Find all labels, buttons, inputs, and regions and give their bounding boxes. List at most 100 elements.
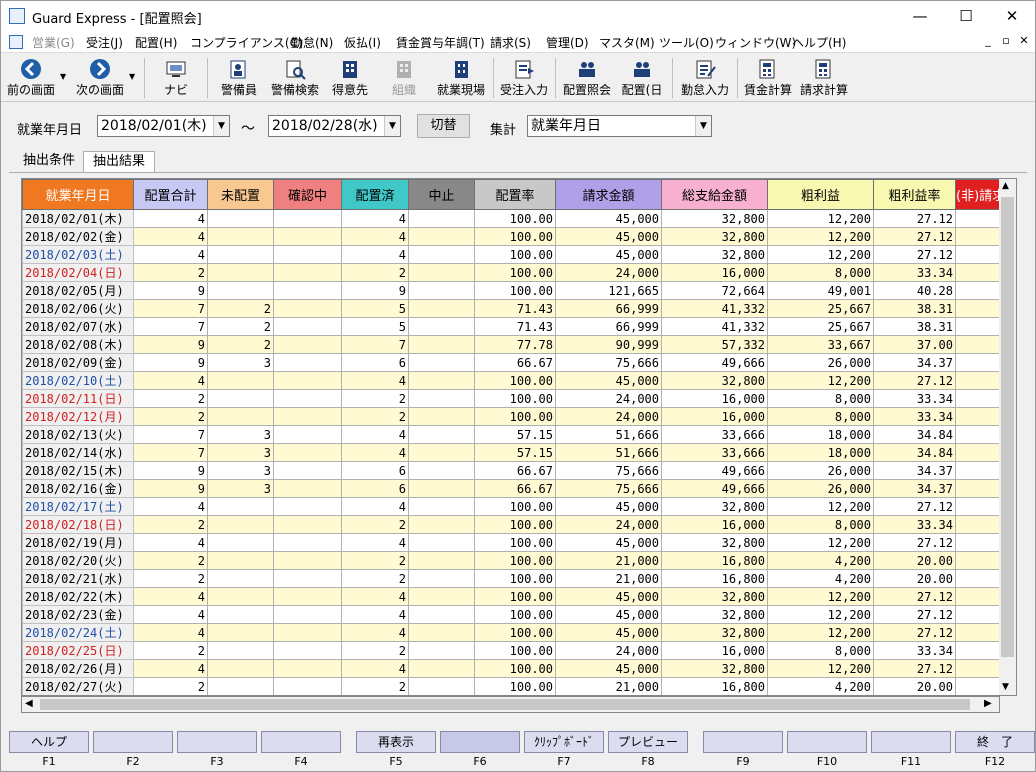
wage-calc-button[interactable]: 賃金計算	[741, 56, 795, 100]
table-cell[interactable]: 8,000	[767, 389, 874, 408]
date-cell[interactable]: 2018/02/24(土)	[22, 623, 134, 642]
date-cell[interactable]: 2018/02/06(火)	[22, 299, 134, 318]
date-cell[interactable]: 2018/02/05(月)	[22, 281, 134, 300]
table-cell[interactable]: 2	[341, 515, 409, 534]
table-cell[interactable]	[207, 605, 274, 624]
table-row[interactable]: 2018/02/13(火) 7 3 4 57.15 51,666 33,666 18,000 3…	[22, 425, 1007, 444]
table-cell[interactable]: 24,000	[555, 515, 662, 534]
function-key-f12[interactable]: 終 了	[955, 731, 1035, 753]
function-key-f11[interactable]	[871, 731, 951, 753]
guard-search-button[interactable]: 警備検索	[267, 56, 323, 100]
table-row[interactable]: 2018/02/21(水) 2 2 100.00 21,000 16,800 4,200 20…	[22, 569, 1007, 588]
table-cell[interactable]: 16,000	[661, 389, 768, 408]
table-cell[interactable]: 34.37	[873, 353, 956, 372]
table-cell[interactable]	[273, 605, 342, 624]
menu-billing[interactable]: 請求(S)	[490, 34, 531, 51]
table-cell[interactable]: 2	[133, 263, 208, 282]
table-cell[interactable]: 27.12	[873, 623, 956, 642]
table-cell[interactable]	[273, 497, 342, 516]
date-cell[interactable]: 2018/02/15(木)	[22, 461, 134, 480]
date-cell[interactable]: 2018/02/18(日)	[22, 515, 134, 534]
chevron-down-icon[interactable]: ▼	[695, 116, 711, 136]
table-cell[interactable]: 6	[341, 461, 409, 480]
table-cell[interactable]: 9	[133, 335, 208, 354]
table-cell[interactable]	[408, 659, 475, 678]
date-cell[interactable]: 2018/02/13(火)	[22, 425, 134, 444]
menu-payroll[interactable]: 賃金賞与年調(T)	[396, 34, 485, 51]
table-cell[interactable]	[273, 425, 342, 444]
table-cell[interactable]: 2	[341, 263, 409, 282]
table-cell[interactable]: 27.12	[873, 497, 956, 516]
table-row[interactable]: 2018/02/10(土) 4 4 100.00 45,000 32,800 12,200 2…	[22, 371, 1007, 390]
table-cell[interactable]: 9	[341, 281, 409, 300]
table-cell[interactable]: 9	[133, 479, 208, 498]
table-cell[interactable]	[408, 677, 475, 695]
horizontal-scrollbar[interactable]: ◀ ▶	[21, 696, 1000, 713]
table-cell[interactable]: 16,000	[661, 641, 768, 660]
table-cell[interactable]	[207, 641, 274, 660]
menu-window[interactable]: ウィンドウ(W)	[715, 34, 796, 51]
table-cell[interactable]: 3	[207, 479, 274, 498]
table-cell[interactable]	[408, 317, 475, 336]
table-cell[interactable]	[207, 209, 274, 228]
order-entry-button[interactable]: 受注入力	[497, 56, 551, 100]
table-cell[interactable]	[273, 587, 342, 606]
table-row[interactable]: 2018/02/24(土) 4 4 100.00 45,000 32,800 12,200 2…	[22, 623, 1007, 642]
table-cell[interactable]: 9	[133, 353, 208, 372]
table-cell[interactable]: 2	[133, 389, 208, 408]
table-cell[interactable]: 12,200	[767, 245, 874, 264]
table-cell[interactable]: 12,200	[767, 623, 874, 642]
table-cell[interactable]: 4,200	[767, 551, 874, 570]
table-cell[interactable]: 4	[133, 497, 208, 516]
scroll-left-icon[interactable]: ◀	[25, 698, 33, 709]
table-cell[interactable]: 45,000	[555, 227, 662, 246]
function-key-f9[interactable]	[703, 731, 783, 753]
column-header[interactable]: 総支給金額	[661, 179, 768, 210]
table-cell[interactable]	[273, 317, 342, 336]
table-cell[interactable]: 34.37	[873, 461, 956, 480]
table-cell[interactable]: 45,000	[555, 497, 662, 516]
date-cell[interactable]: 2018/02/09(金)	[22, 353, 134, 372]
table-cell[interactable]: 4	[341, 497, 409, 516]
table-cell[interactable]	[408, 461, 475, 480]
back-button[interactable]: 前の画面	[3, 56, 59, 100]
table-cell[interactable]: 2	[133, 641, 208, 660]
table-cell[interactable]	[207, 551, 274, 570]
table-cell[interactable]: 4	[341, 227, 409, 246]
table-cell[interactable]: 27.12	[873, 227, 956, 246]
date-cell[interactable]: 2018/02/19(月)	[22, 533, 134, 552]
table-cell[interactable]: 71.43	[474, 299, 556, 318]
table-cell[interactable]	[408, 533, 475, 552]
table-cell[interactable]	[408, 551, 475, 570]
table-cell[interactable]	[408, 299, 475, 318]
date-cell[interactable]: 2018/02/02(金)	[22, 227, 134, 246]
table-cell[interactable]: 66.67	[474, 461, 556, 480]
table-cell[interactable]: 4	[341, 659, 409, 678]
menu-admin[interactable]: 管理(D)	[546, 34, 589, 51]
column-header[interactable]: 粗利益	[767, 179, 874, 210]
table-cell[interactable]: 2	[133, 515, 208, 534]
table-cell[interactable]	[408, 209, 475, 228]
table-cell[interactable]: 34.84	[873, 425, 956, 444]
scroll-up-icon[interactable]: ▲	[1002, 181, 1009, 191]
table-cell[interactable]	[273, 299, 342, 318]
table-cell[interactable]: 41,332	[661, 317, 768, 336]
table-cell[interactable]: 32,800	[661, 371, 768, 390]
billing-calc-button[interactable]: 請求計算	[797, 56, 851, 100]
table-cell[interactable]: 100.00	[474, 551, 556, 570]
table-cell[interactable]: 27.12	[873, 245, 956, 264]
date-cell[interactable]: 2018/02/17(土)	[22, 497, 134, 516]
table-cell[interactable]	[408, 497, 475, 516]
table-cell[interactable]: 71.43	[474, 317, 556, 336]
table-cell[interactable]: 4	[133, 227, 208, 246]
table-cell[interactable]	[207, 371, 274, 390]
table-cell[interactable]	[273, 443, 342, 462]
table-cell[interactable]	[408, 479, 475, 498]
guard-button[interactable]: 警備員	[213, 56, 265, 100]
table-cell[interactable]: 24,000	[555, 263, 662, 282]
table-cell[interactable]: 3	[207, 353, 274, 372]
mdi-close-icon[interactable]: ✕	[1017, 34, 1031, 48]
table-cell[interactable]	[408, 281, 475, 300]
scroll-thumb[interactable]	[1001, 197, 1014, 657]
table-cell[interactable]: 45,000	[555, 605, 662, 624]
